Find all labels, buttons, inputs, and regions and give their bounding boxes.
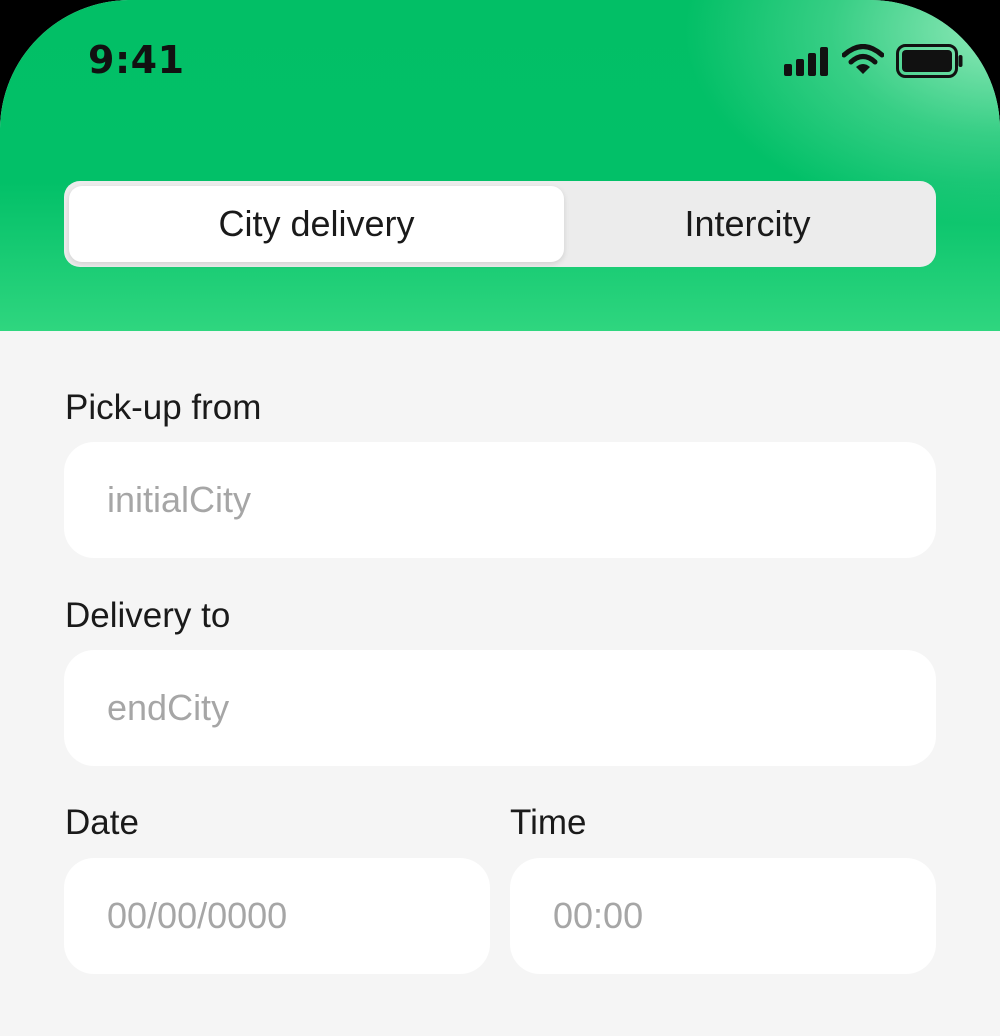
phone-screen: 9:41 City delivery Intercity Pick-up fro…: [0, 0, 1000, 1036]
time-field[interactable]: [510, 858, 936, 974]
tab-city-delivery[interactable]: City delivery: [69, 186, 564, 262]
wifi-icon: [842, 44, 884, 74]
date-input[interactable]: [107, 895, 490, 937]
battery-icon: [896, 44, 963, 78]
tab-intercity[interactable]: Intercity: [564, 186, 931, 262]
delivery-type-toggle: City delivery Intercity: [64, 181, 936, 267]
date-field[interactable]: [64, 858, 490, 974]
status-bar: 9:41: [0, 0, 1000, 120]
delivery-label: Delivery to: [65, 596, 231, 635]
header: 9:41 City delivery Intercity: [0, 0, 1000, 331]
time-label: Time: [510, 803, 587, 842]
status-time: 9:41: [88, 38, 185, 82]
signal-icon: [784, 46, 830, 76]
time-input[interactable]: [553, 895, 936, 937]
pickup-input[interactable]: [107, 479, 936, 521]
delivery-field[interactable]: [64, 650, 936, 766]
delivery-input[interactable]: [107, 687, 936, 729]
date-label: Date: [65, 803, 139, 842]
pickup-label: Pick-up from: [65, 388, 262, 427]
pickup-field[interactable]: [64, 442, 936, 558]
